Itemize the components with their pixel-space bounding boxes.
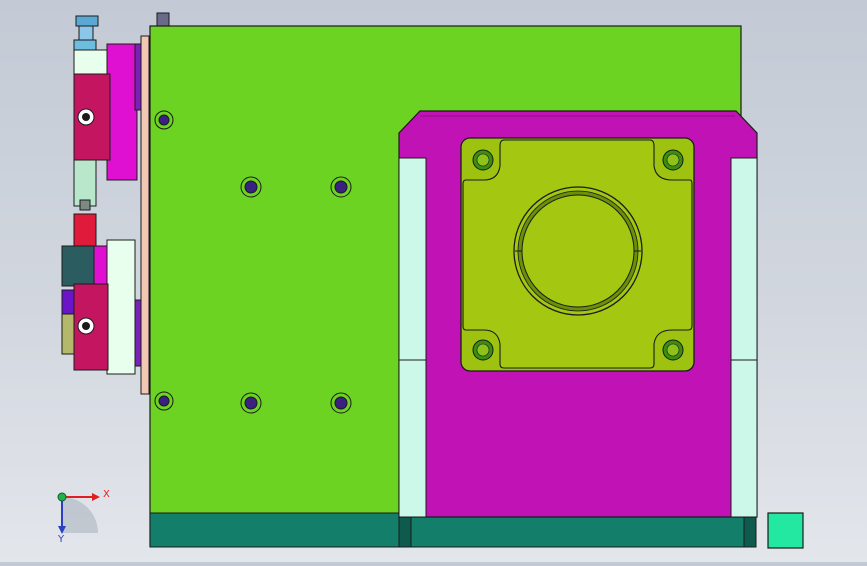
- connector-pin: [73, 159, 97, 207]
- orientation-cube[interactable]: [767, 512, 804, 549]
- flange-hole-icon: [472, 339, 494, 361]
- x-axis-label: X: [103, 489, 110, 500]
- y-axis-label: Y: [57, 534, 65, 545]
- upper-clamp-bolt: [77, 108, 95, 126]
- lower-guide-block: [106, 239, 136, 375]
- flange-hole-icon: [662, 339, 684, 361]
- axis-triad[interactable]: X Y: [57, 489, 110, 545]
- teal-block: [61, 245, 97, 287]
- flange-hole-icon: [662, 149, 684, 171]
- upper-guide-block: [73, 49, 109, 75]
- left-rail-upper: [398, 157, 427, 361]
- right-rail-lower: [730, 359, 758, 518]
- backing-strip: [140, 35, 150, 395]
- adjust-screw: [73, 15, 99, 51]
- red-stop-block: [73, 213, 97, 247]
- left-rail-lower: [398, 359, 427, 518]
- upper-bracket: [106, 43, 138, 181]
- base-strip: [149, 512, 757, 548]
- lower-clamp-bolt: [77, 317, 95, 335]
- flange-hole-icon: [472, 149, 494, 171]
- pilot-boss: [513, 186, 643, 316]
- triad-origin-icon: [57, 492, 67, 502]
- right-rail-upper: [730, 157, 758, 361]
- cad-drawing: X Y: [57, 12, 804, 549]
- cad-viewport[interactable]: X Y: [0, 0, 867, 562]
- motor-flange[interactable]: [460, 137, 695, 372]
